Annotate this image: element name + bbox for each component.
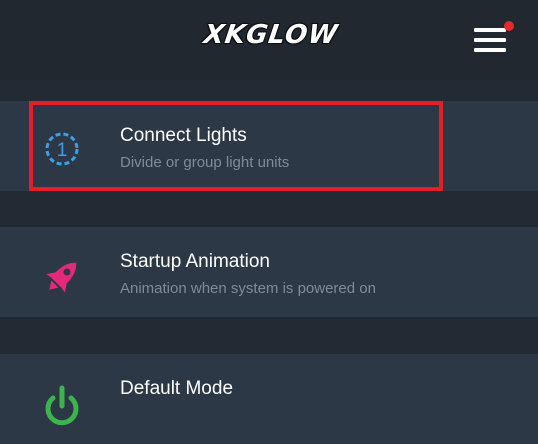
menu-item-subtitle: Divide or group light units — [120, 154, 290, 171]
app-header: XKGLOW — [0, 0, 538, 80]
step-number: 1 — [57, 140, 68, 161]
power-icon — [40, 382, 84, 426]
menu-item-title: Default Mode — [120, 378, 234, 399]
logo-text: XKGLOW — [201, 20, 341, 50]
menu-item-startup-animation[interactable]: Startup Animation Animation when system … — [0, 227, 538, 317]
hamburger-menu-button[interactable] — [474, 21, 514, 60]
menu-item-subtitle: Animation when system is powered on — [120, 280, 376, 297]
menu-bar-icon — [474, 38, 506, 42]
rocket-icon — [40, 255, 84, 299]
step-1-circle-icon: 1 — [40, 129, 84, 173]
xkglow-logo: XKGLOW — [195, 20, 347, 50]
menu-item-title: Connect Lights — [120, 125, 247, 146]
menu-bar-icon — [474, 28, 506, 32]
menu-item-default-mode[interactable]: Default Mode — [0, 354, 538, 444]
menu-item-connect-lights[interactable]: 1 Connect Lights Divide or group light u… — [0, 101, 538, 191]
notification-dot — [504, 21, 514, 31]
menu-item-title: Startup Animation — [120, 251, 270, 272]
menu-bar-icon — [474, 48, 506, 52]
